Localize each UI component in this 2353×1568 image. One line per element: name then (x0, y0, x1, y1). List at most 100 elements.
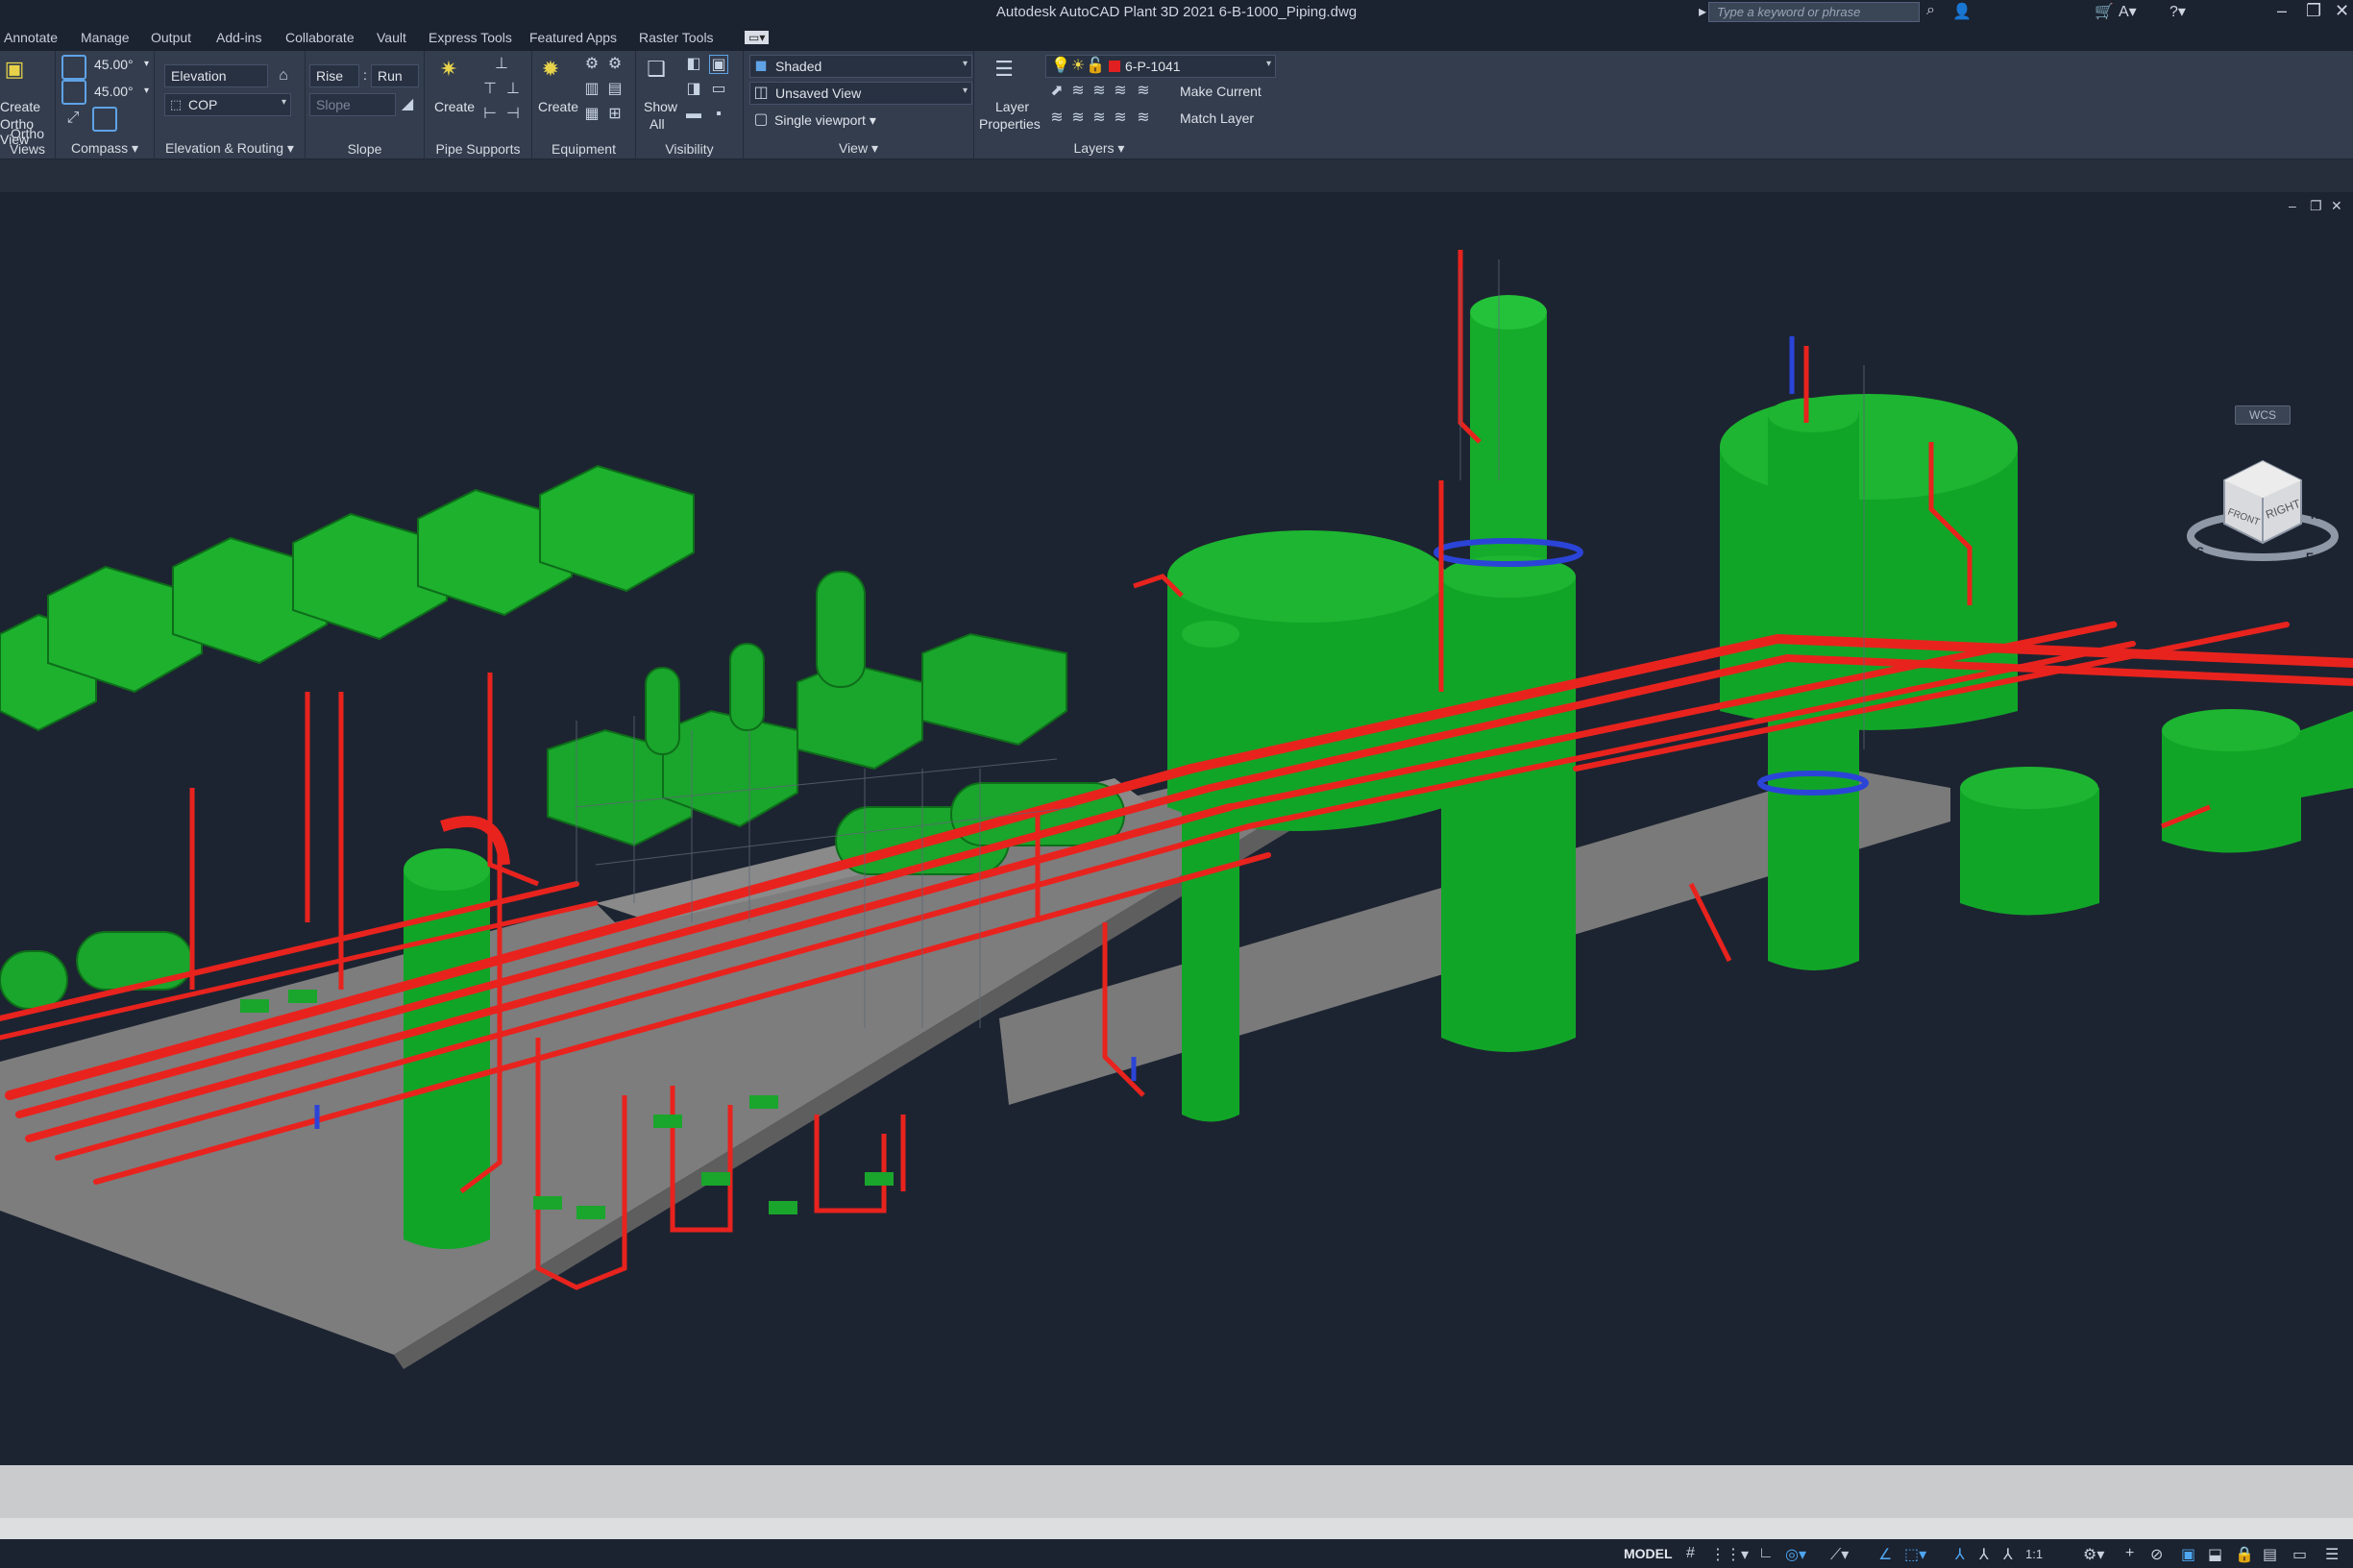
layer-properties-label-2[interactable]: Properties (979, 116, 1041, 132)
equipment-tool-6-icon[interactable]: ⊞ (605, 105, 625, 124)
slope-field[interactable]: Slope (309, 93, 396, 116)
show-all-icon[interactable]: ❑ (644, 57, 669, 82)
visibility-tool-4-icon[interactable]: ▭ (709, 80, 728, 99)
layer-properties-label-1[interactable]: Layer (995, 99, 1029, 114)
viewport-config-dropdown[interactable]: Single viewport ▾ (774, 112, 876, 129)
annotation-scale-icon[interactable]: ⅄ (2003, 1545, 2013, 1564)
match-layer-button[interactable]: Match Layer (1180, 110, 1254, 126)
autodesk-a360-icon[interactable]: A▾ (2119, 2, 2137, 21)
tab-output[interactable]: Output (151, 30, 191, 45)
compass-tool-icon[interactable]: ⤢ (63, 109, 83, 128)
show-all-label-1[interactable]: Show (644, 99, 677, 114)
clean-screen-icon[interactable]: ⬓ (2208, 1545, 2222, 1564)
compass-north-label[interactable]: N (2311, 508, 2319, 522)
isodraft-icon[interactable]: ⟋▾ (1830, 1545, 1849, 1564)
layer-tool-4-icon[interactable]: ≋ (1111, 82, 1130, 101)
tab-raster-tools[interactable]: Raster Tools (639, 30, 714, 45)
customization-menu-icon[interactable]: ☰ (2325, 1545, 2339, 1564)
minimize-button[interactable]: – (2277, 1, 2287, 21)
search-input[interactable]: Type a keyword or phrase (1708, 2, 1920, 22)
layer-properties-icon[interactable]: ☰ (992, 57, 1017, 82)
panel-label-elevation[interactable]: Elevation & Routing ▾ (155, 140, 305, 157)
create-equipment-icon[interactable]: ✹ (538, 57, 563, 82)
rise-field[interactable]: Rise (309, 64, 359, 87)
equipment-tool-1-icon[interactable]: ⚙ (582, 55, 601, 74)
equipment-tool-2-icon[interactable]: ⚙ (605, 55, 625, 74)
compass-angle-1[interactable]: 45.00° (94, 57, 134, 72)
visibility-tool-3-icon[interactable]: ◨ (684, 80, 703, 99)
layer-tool-6-icon[interactable]: ≋ (1068, 109, 1088, 128)
layer-tool-5-icon[interactable]: ≋ (1047, 109, 1066, 128)
run-field[interactable]: Run (371, 64, 419, 87)
tab-featured-apps[interactable]: Featured Apps (529, 30, 617, 45)
elevation-field[interactable]: Elevation (164, 64, 268, 87)
panel-label-ortho[interactable]: Ortho Views (0, 126, 55, 157)
command-line[interactable] (0, 1518, 2353, 1539)
isolate-objects-icon[interactable]: ⊘ (2150, 1545, 2163, 1564)
tab-vault[interactable]: Vault (377, 30, 406, 45)
close-button[interactable]: ✕ (2335, 1, 2349, 21)
visibility-tool-5-icon[interactable]: ▬ (684, 105, 703, 124)
support-tool-5-icon[interactable]: ⊣ (503, 105, 523, 124)
compass-angle-2[interactable]: 45.00° (94, 84, 134, 99)
help-icon[interactable]: ?▾ (2169, 2, 2186, 21)
support-tool-3-icon[interactable]: ⊥ (503, 80, 523, 99)
viewcube[interactable]: FRONT RIGHT S E N (2187, 459, 2339, 564)
chevron-down-icon[interactable]: ▾ (144, 59, 149, 69)
ribbon-minimize-toggle-icon[interactable]: ▭▾ (745, 31, 770, 44)
annotation-scale-value[interactable]: 1:1 (2025, 1547, 2043, 1561)
annotation-visibility-icon[interactable]: ⅄ (1955, 1545, 1965, 1564)
chevron-down-icon[interactable]: ▾ (144, 86, 149, 96)
named-view-dropdown[interactable]: Unsaved View ▾ (749, 82, 972, 105)
match-layer-icon[interactable]: ≋ (1134, 109, 1153, 128)
panel-label-slope[interactable]: Slope (306, 141, 424, 157)
cart-icon[interactable]: 🛒 (2095, 2, 2114, 21)
panel-label-equipment[interactable]: Equipment (532, 141, 635, 157)
ortho-icon[interactable]: ∟ (1758, 1545, 1774, 1562)
make-current-icon[interactable]: ≋ (1134, 82, 1153, 101)
visibility-tool-6-icon[interactable]: ▪ (709, 105, 728, 124)
panel-label-compass[interactable]: Compass ▾ (56, 140, 154, 157)
viewport-minimize-icon[interactable]: – (2289, 198, 2296, 213)
hardware-acceleration-icon[interactable]: ▣ (2181, 1545, 2195, 1564)
object-snap-tracking-icon[interactable]: ∠ (1878, 1545, 1892, 1564)
auto-scale-icon[interactable]: ⅄ (1979, 1545, 1989, 1564)
panel-label-layers[interactable]: Layers ▾ (917, 140, 1282, 157)
slope-tool-icon[interactable]: ◢ (398, 95, 417, 114)
compass-east-label[interactable]: E (2306, 551, 2314, 564)
model-viewport[interactable]: FRONT RIGHT S E N WCS (0, 192, 2353, 1465)
fullscreen-icon[interactable]: ▭ (2292, 1545, 2307, 1564)
layer-tool-3-icon[interactable]: ≋ (1090, 82, 1109, 101)
tab-annotate[interactable]: Annotate (4, 30, 58, 45)
restore-button[interactable]: ❐ (2306, 1, 2321, 21)
layer-tool-7-icon[interactable]: ≋ (1090, 109, 1109, 128)
add-icon[interactable]: + (2125, 1545, 2134, 1562)
model-space-button[interactable]: MODEL (1624, 1546, 1673, 1561)
create-ortho-label[interactable]: Create (0, 99, 40, 114)
polar-tracking-icon[interactable]: ◎▾ (1785, 1545, 1806, 1564)
layer-tool-1-icon[interactable]: ⬈ (1047, 82, 1066, 101)
panel-label-pipe-supports[interactable]: Pipe Supports (425, 141, 531, 157)
show-all-label-2[interactable]: All (650, 116, 665, 132)
equipment-tool-4-icon[interactable]: ▤ (605, 80, 625, 99)
elevation-home-icon[interactable]: ⌂ (274, 66, 293, 86)
hide-icon[interactable]: ▣ (709, 55, 728, 74)
workspace-gear-icon[interactable]: ⚙▾ (2083, 1545, 2104, 1564)
viewport-restore-icon[interactable]: ❐ (2310, 198, 2322, 214)
create-pipe-support-icon[interactable]: ✷ (436, 57, 461, 82)
grid-icon[interactable]: # (1686, 1545, 1695, 1562)
lock-ui-icon[interactable]: 🔒 (2235, 1545, 2254, 1564)
viewport-close-icon[interactable]: ✕ (2331, 198, 2342, 214)
create-equipment-label[interactable]: Create (538, 99, 578, 114)
properties-icon[interactable]: ▤ (2263, 1545, 2277, 1564)
panel-label-visibility[interactable]: Visibility (636, 141, 743, 157)
support-tool-1-icon[interactable]: ⊥ (492, 55, 511, 74)
equipment-tool-5-icon[interactable]: ▦ (582, 105, 601, 124)
compass-south-label[interactable]: S (2196, 545, 2204, 558)
tab-express-tools[interactable]: Express Tools (429, 30, 512, 45)
tab-collaborate[interactable]: Collaborate (285, 30, 355, 45)
compass-toggle-icon[interactable] (61, 55, 86, 80)
create-ortho-view-icon[interactable]: ▣ (2, 57, 27, 82)
user-icon[interactable]: 👤 (1952, 2, 1972, 21)
compass-snap-icon[interactable] (61, 80, 86, 105)
